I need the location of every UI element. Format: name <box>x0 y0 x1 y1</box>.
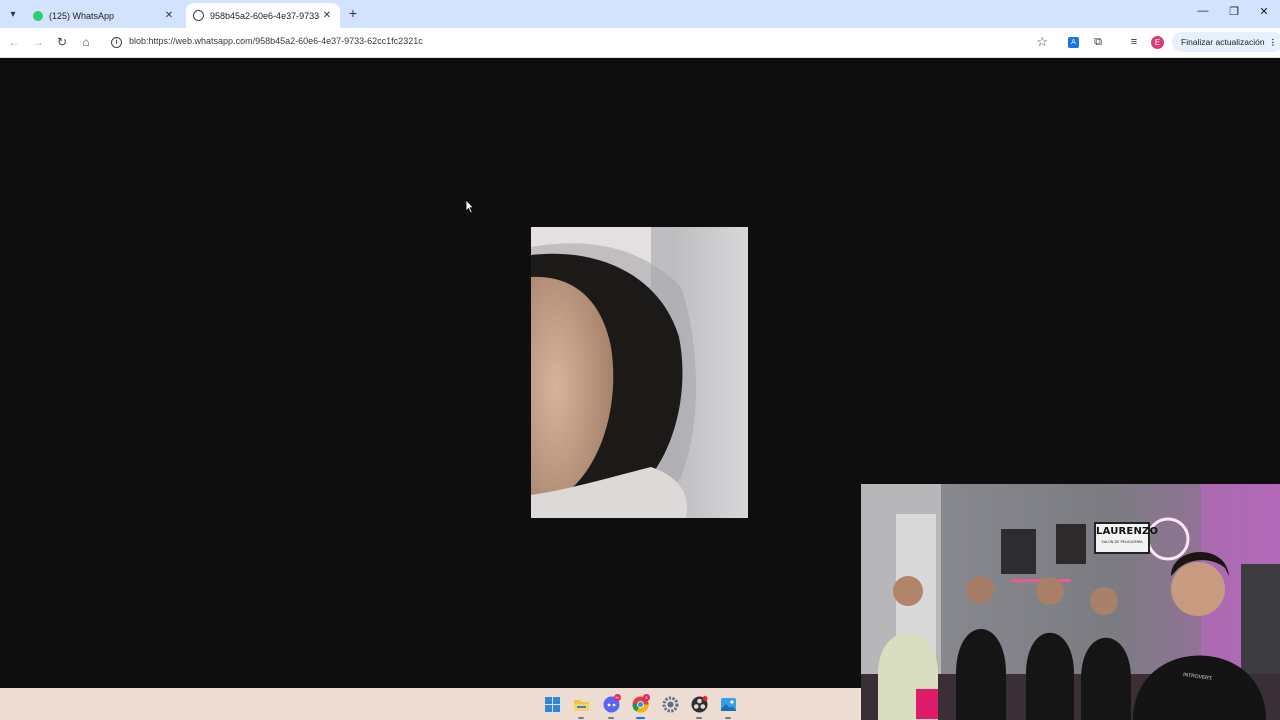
displayed-photo <box>531 227 748 518</box>
tab-blob-image[interactable]: 958b45a2-60e6-4e37-9733-62 ✕ <box>186 3 340 28</box>
tab-search-icon[interactable]: ▾ <box>4 5 22 23</box>
address-bar[interactable]: i blob:https://web.whatsapp.com/958b45a2… <box>104 32 1056 53</box>
tab-title: (125) WhatsApp <box>49 10 115 21</box>
tab-close-icon[interactable]: ✕ <box>320 10 334 21</box>
salon-sign-title: LAURENZO <box>1096 526 1159 537</box>
discord-icon[interactable]: 9+ <box>603 694 621 713</box>
extensions-icon[interactable]: ⧉ <box>1091 35 1105 49</box>
running-indicator <box>696 717 702 719</box>
photos-icon[interactable] <box>720 696 737 713</box>
reload-icon[interactable]: ↻ <box>54 35 70 49</box>
finish-update-button[interactable]: Finalizar actualización ⋮ <box>1172 32 1280 52</box>
active-indicator <box>636 717 645 719</box>
close-window-icon[interactable]: ✕ <box>1254 5 1274 18</box>
mouse-cursor-icon <box>465 199 475 214</box>
salon-sign-subtitle: SALÓN DE PELUQUERÍA <box>1101 540 1143 544</box>
webcam-overlay: LAURENZO SALÓN DE PELUQUERÍA INTROVERT. <box>861 484 1280 720</box>
update-button-label: Finalizar actualización <box>1181 37 1265 47</box>
running-indicator <box>608 717 614 719</box>
tab-title: 958b45a2-60e6-4e37-9733-62 <box>210 10 320 21</box>
back-icon[interactable]: ← <box>6 35 22 49</box>
discord-badge: 9+ <box>614 694 621 701</box>
restore-icon[interactable]: ❐ <box>1224 5 1244 18</box>
whatsapp-icon <box>33 10 43 21</box>
windows-start-icon[interactable] <box>544 696 561 713</box>
site-info-icon[interactable]: i <box>111 37 122 48</box>
chrome-badge: 5 <box>643 694 650 701</box>
file-explorer-icon[interactable] <box>573 696 590 713</box>
salon-sign: LAURENZO SALÓN DE PELUQUERÍA <box>1094 522 1159 554</box>
running-indicator <box>725 717 731 719</box>
home-icon[interactable]: ⌂ <box>78 35 94 49</box>
translate-icon[interactable]: A <box>1068 37 1079 48</box>
windows-taskbar: 9+ 5 <box>0 688 861 720</box>
tab-strip: ▾ (125) WhatsApp ✕ 958b45a2-60e6-4e37-97… <box>0 0 1280 28</box>
menu-dots-icon: ⋮ <box>1268 37 1278 47</box>
browser-toolbar: ← → ↻ ⌂ i blob:https://web.whatsapp.com/… <box>0 28 1280 58</box>
chrome-icon[interactable]: 5 <box>632 694 650 713</box>
settings-icon[interactable] <box>662 696 679 713</box>
bookmark-star-icon[interactable]: ☆ <box>1036 34 1048 50</box>
tab-close-icon[interactable]: ✕ <box>162 10 176 21</box>
profile-avatar[interactable]: E <box>1151 36 1164 49</box>
obs-icon[interactable] <box>691 696 708 713</box>
url-text[interactable]: blob:https://web.whatsapp.com/958b45a2-6… <box>129 36 423 46</box>
new-tab-icon[interactable]: + <box>346 6 360 20</box>
tab-whatsapp[interactable]: (125) WhatsApp ✕ <box>26 3 182 28</box>
globe-icon <box>193 10 204 21</box>
forward-icon[interactable]: → <box>30 35 46 49</box>
media-controls-icon[interactable]: ≡ <box>1127 35 1141 49</box>
running-indicator <box>578 717 584 719</box>
minimize-icon[interactable]: — <box>1193 5 1213 17</box>
